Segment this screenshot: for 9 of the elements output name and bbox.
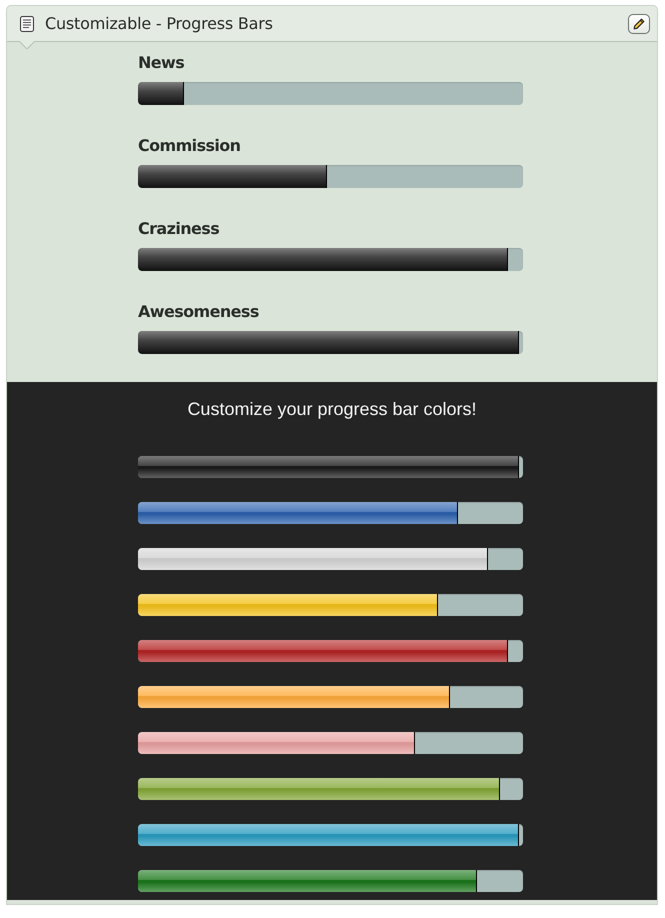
edit-button[interactable] (628, 14, 650, 34)
bar-label: Commission (138, 136, 242, 156)
document-icon (20, 16, 34, 32)
section-heading: Customize your progress bar colors! (186, 398, 478, 420)
bar-label: Awesomeness (138, 302, 260, 322)
bar-label: Craziness (138, 219, 220, 239)
bar-label: News (138, 53, 186, 73)
pencil-icon (633, 18, 645, 30)
panel-title: Customizable - Progress Bars (45, 14, 274, 33)
